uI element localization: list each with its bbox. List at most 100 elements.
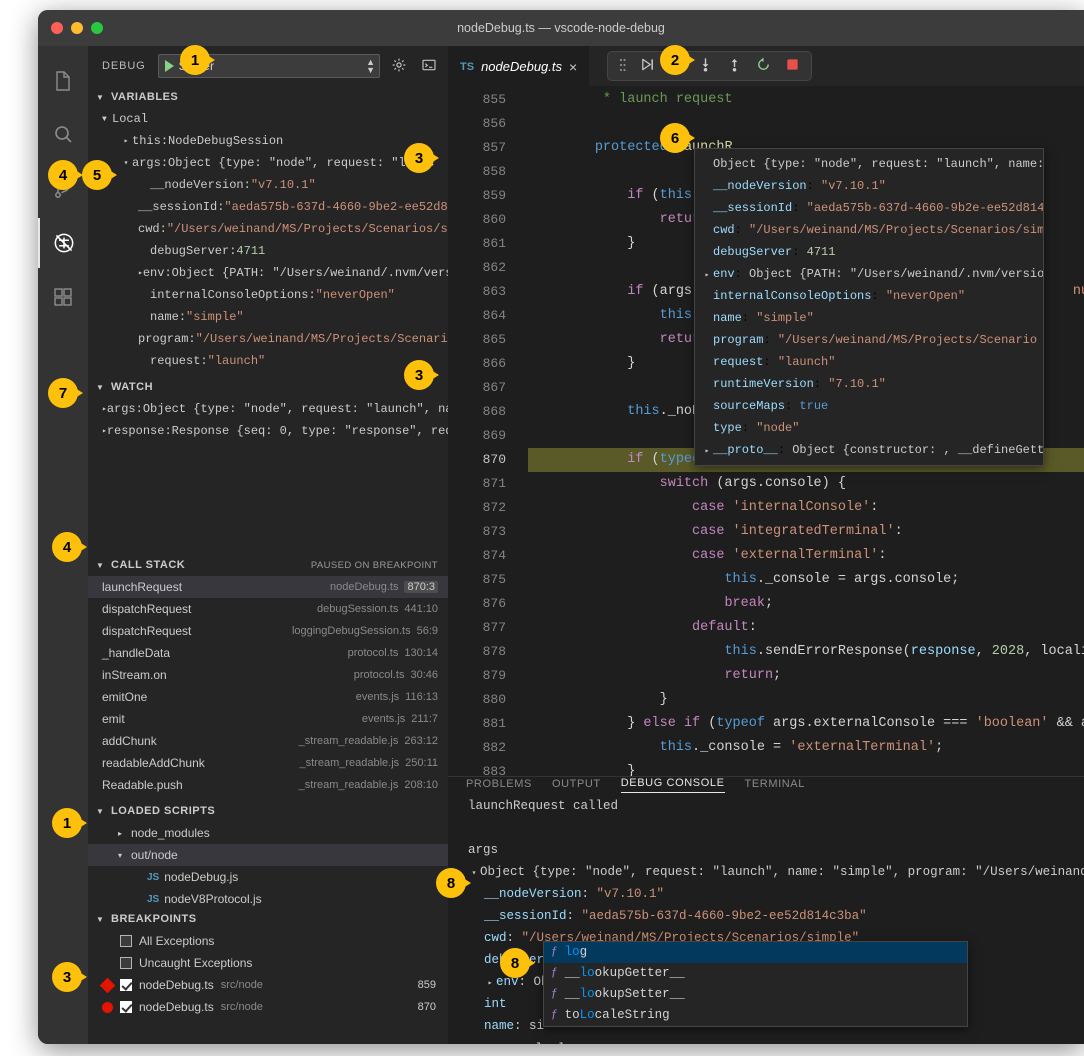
call-stack-row[interactable]: readableAddChunk_stream_readable.js250:1… [88, 752, 448, 774]
expand-arrow-icon[interactable]: ▸ [120, 136, 132, 146]
line-number[interactable]: 872 [448, 496, 528, 520]
call-stack-row[interactable]: emitevents.js211:7 [88, 708, 448, 730]
line-number[interactable]: 866 [448, 352, 528, 376]
variable-row[interactable]: ▾args: Object {type: "node", request: "l… [88, 152, 448, 174]
suggestion-item[interactable]: ƒ__lookupSetter__ [544, 984, 967, 1005]
code-line[interactable]: this._console = args.console; [528, 568, 1084, 592]
watch-section-header[interactable]: ▼ WATCH [88, 376, 448, 398]
expand-arrow-icon[interactable]: ▸ [701, 441, 713, 461]
line-number[interactable]: 876 [448, 592, 528, 616]
variables-scope-local[interactable]: ▼ Local [88, 108, 448, 130]
code-line[interactable]: } else if (typeof args.externalConsole =… [528, 712, 1084, 736]
play-icon[interactable] [165, 60, 174, 72]
breakpoint-diamond-icon[interactable] [100, 977, 116, 993]
line-number[interactable]: 857 [448, 136, 528, 160]
breakpoint-row[interactable]: Uncaught Exceptions [88, 952, 448, 974]
open-console-icon[interactable] [418, 57, 440, 76]
code-line[interactable]: switch (args.console) { [528, 472, 1084, 496]
line-number[interactable]: 871 [448, 472, 528, 496]
variables-section-header[interactable]: ▼ VARIABLES [88, 86, 448, 108]
expand-arrow-icon[interactable]: ▾ [120, 158, 132, 168]
breakpoints-section-header[interactable]: ▼ BREAKPOINTS [88, 908, 448, 930]
code-line[interactable]: this.sendErrorResponse(response, 2028, l… [528, 640, 1084, 664]
suggestion-item[interactable]: ƒlog [544, 942, 967, 963]
line-number[interactable]: 878 [448, 640, 528, 664]
line-number[interactable]: 882 [448, 736, 528, 760]
panel-tab-problems[interactable]: PROBLEMS [466, 778, 532, 793]
breakpoint-row[interactable]: nodeDebug.tssrc/node859 [88, 974, 448, 996]
loaded-script-row[interactable]: ▸node_modules [88, 822, 448, 844]
console-prompt-row[interactable]: ❯ console.lo [468, 1037, 1084, 1044]
code-line[interactable]: default: [528, 616, 1084, 640]
variable-row[interactable]: cwd: "/Users/weinand/MS/Projects/Scenari… [88, 218, 448, 240]
code-line[interactable]: case 'integratedTerminal': [528, 520, 1084, 544]
line-number[interactable]: 863 [448, 280, 528, 304]
call-stack-row[interactable]: dispatchRequestdebugSession.ts441:10 [88, 598, 448, 620]
variable-row[interactable]: name: "simple" [88, 306, 448, 328]
line-number[interactable]: 880 [448, 688, 528, 712]
panel-tab-debug-console[interactable]: DEBUG CONSOLE [621, 777, 725, 793]
line-number[interactable]: 862 [448, 256, 528, 280]
line-number[interactable]: 868 [448, 400, 528, 424]
variable-row[interactable]: program: "/Users/weinand/MS/Projects/Sce… [88, 328, 448, 350]
breakpoint-checkbox[interactable] [120, 979, 132, 991]
gear-icon[interactable] [388, 57, 410, 76]
console-input[interactable]: console.lo [498, 1042, 573, 1044]
drag-handle-icon[interactable] [619, 57, 626, 76]
hover-variable-row[interactable]: request: "launch" [699, 351, 1043, 373]
line-number[interactable]: 879 [448, 664, 528, 688]
line-number[interactable]: 877 [448, 616, 528, 640]
hover-variable-row[interactable]: __sessionId: "aeda575b-637d-4660-9b2e-ee… [699, 197, 1043, 219]
line-number[interactable]: 881 [448, 712, 528, 736]
activitybar-item-debug[interactable] [38, 218, 88, 268]
line-number[interactable]: 861 [448, 232, 528, 256]
hover-variable-row[interactable]: ▸env: Object {PATH: "/Users/weinand/.nvm… [699, 263, 1043, 285]
code-line[interactable]: * launch request [528, 88, 1084, 112]
suggestion-widget[interactable]: ƒlogƒ__lookupGetter__ƒ__lookupSetter__ƒt… [543, 941, 968, 1027]
line-number[interactable]: 870 [448, 448, 528, 472]
expand-arrow-icon[interactable]: ▾ [114, 851, 126, 860]
variable-row[interactable]: internalConsoleOptions: "neverOpen" [88, 284, 448, 306]
variable-row[interactable]: ▸this: NodeDebugSession [88, 130, 448, 152]
suggestion-item[interactable]: ƒtoLocaleString [544, 1005, 967, 1026]
expand-arrow-icon[interactable]: ▸ [484, 973, 496, 993]
panel-tab-terminal[interactable]: TERMINAL [745, 778, 805, 793]
code-editor[interactable]: 8558568578588598608618628638648658668678… [448, 86, 1084, 776]
close-icon[interactable]: × [569, 59, 577, 75]
line-number[interactable]: 874 [448, 544, 528, 568]
call-stack-row[interactable]: addChunk_stream_readable.js263:12 [88, 730, 448, 752]
continue-button[interactable] [640, 57, 655, 75]
line-number[interactable]: 860 [448, 208, 528, 232]
line-number[interactable]: 873 [448, 520, 528, 544]
hover-variable-row[interactable]: runtimeVersion: "7.10.1" [699, 373, 1043, 395]
hover-variable-row[interactable]: cwd: "/Users/weinand/MS/Projects/Scenari… [699, 219, 1043, 241]
activitybar-item-explorer[interactable] [38, 56, 88, 106]
breakpoint-checkbox[interactable] [120, 957, 132, 969]
call-stack-section-header[interactable]: ▼ CALL STACK PAUSED ON BREAKPOINT [88, 554, 448, 576]
hover-variable-row[interactable]: program: "/Users/weinand/MS/Projects/Sce… [699, 329, 1043, 351]
hover-variable-row[interactable]: ▸__proto__: Object {constructor: , __def… [699, 439, 1043, 461]
code-line[interactable]: this._console = 'externalTerminal'; [528, 736, 1084, 760]
call-stack-row[interactable]: inStream.onprotocol.ts30:46 [88, 664, 448, 686]
call-stack-row[interactable]: emitOneevents.js116:13 [88, 686, 448, 708]
debug-console[interactable]: launchRequest calledargs▾Object {type: "… [448, 793, 1084, 1044]
hover-variable-row[interactable]: sourceMaps: true [699, 395, 1043, 417]
code-line[interactable]: case 'internalConsole': [528, 496, 1084, 520]
code-line[interactable]: } [528, 760, 1084, 776]
code-line[interactable]: break; [528, 592, 1084, 616]
breakpoint-dot-icon[interactable] [102, 1002, 113, 1013]
loaded-script-row[interactable]: JSnodeDebug.js [88, 866, 448, 888]
watch-row[interactable]: ▸response: Response {seq: 0, type: "resp… [88, 420, 448, 442]
variable-row[interactable]: debugServer: 4711 [88, 240, 448, 262]
panel-tab-output[interactable]: OUTPUT [552, 778, 601, 793]
activitybar-item-extensions[interactable] [38, 272, 88, 322]
loaded-script-row[interactable]: JSnodeV8Protocol.js [88, 888, 448, 908]
line-number[interactable]: 855 [448, 88, 528, 112]
watch-row[interactable]: ▸args: Object {type: "node", request: "l… [88, 398, 448, 420]
step-out-button[interactable] [727, 57, 742, 75]
call-stack-row[interactable]: launchRequestnodeDebug.ts870:3 [88, 576, 448, 598]
code-line[interactable]: return; [528, 664, 1084, 688]
hover-variable-row[interactable]: internalConsoleOptions: "neverOpen" [699, 285, 1043, 307]
stop-button[interactable] [785, 57, 800, 75]
breakpoint-row[interactable]: All Exceptions [88, 930, 448, 952]
